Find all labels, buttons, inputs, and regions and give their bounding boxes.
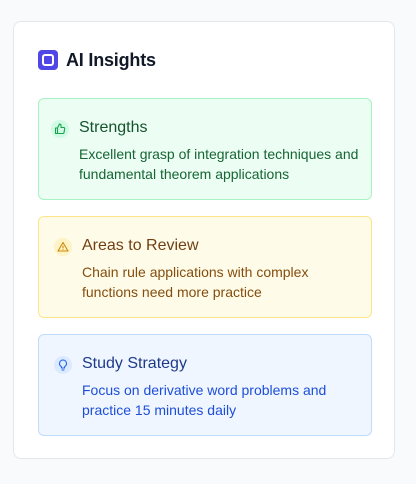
- ai-chip-icon: [38, 50, 58, 70]
- lightbulb-icon: [54, 356, 72, 374]
- study-strategy-card: Study Strategy Focus on derivative word …: [38, 334, 372, 436]
- panel-title: AI Insights: [66, 49, 156, 70]
- strengths-title: Strengths: [79, 119, 148, 136]
- strengths-card: Strengths Excellent grasp of integration…: [38, 98, 372, 200]
- ai-insights-panel: AI Insights Strengths Excellent grasp of…: [13, 21, 395, 459]
- areas-to-review-title: Areas to Review: [82, 237, 199, 254]
- areas-to-review-text: Chain rule applications with complex fun…: [82, 264, 309, 300]
- areas-to-review-card: Areas to Review Chain rule applications …: [38, 216, 372, 318]
- strengths-text: Excellent grasp of integration technique…: [79, 146, 359, 182]
- panel-header: AI Insights: [38, 50, 156, 70]
- warning-triangle-icon: [54, 238, 72, 256]
- thumbs-up-icon: [51, 120, 69, 138]
- study-strategy-text: Focus on derivative word problems and pr…: [82, 382, 327, 418]
- study-strategy-title: Study Strategy: [82, 355, 187, 372]
